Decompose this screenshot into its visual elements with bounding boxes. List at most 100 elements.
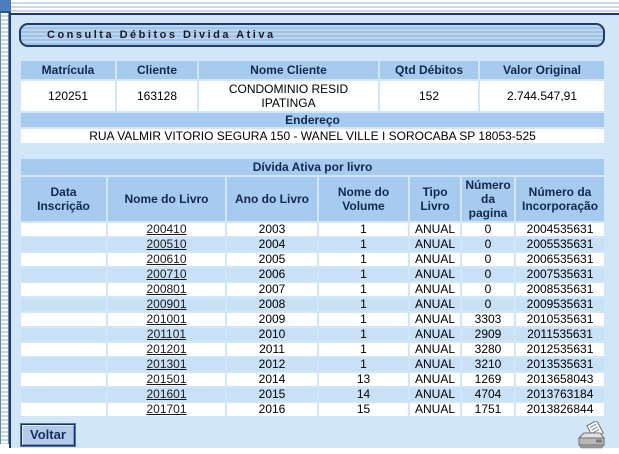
livro-cell-volume: 1 — [319, 268, 408, 281]
livro-cell-ano: 2007 — [227, 283, 317, 296]
livro-cell-pagina: 0 — [462, 253, 514, 266]
livro-cell-nome-livro: 200901 — [108, 298, 225, 311]
livro-table-row: 201501 2014 13 ANUAL 1269 2013658043 — [21, 373, 605, 386]
livro-cell-volume: 1 — [319, 328, 408, 341]
livro-cell-nome-livro: 200710 — [108, 268, 225, 281]
livro-table-row: 201601 2015 14 ANUAL 4704 2013763184 — [21, 388, 605, 401]
livro-link[interactable]: 201501 — [146, 373, 186, 386]
livro-link[interactable]: 201301 — [146, 358, 186, 371]
livro-cell-data-inscricao — [21, 313, 106, 326]
livro-link[interactable]: 200610 — [146, 253, 186, 266]
livro-cell-volume: 1 — [319, 313, 408, 326]
cell-qtd-debitos: 152 — [380, 81, 478, 111]
left-frame-strip — [0, 13, 9, 444]
voltar-button[interactable]: Voltar — [20, 423, 76, 447]
livro-cell-ano: 2016 — [227, 403, 317, 416]
livro-link[interactable]: 201601 — [146, 388, 186, 401]
livro-cell-tipo: ANUAL — [410, 268, 460, 281]
livro-cell-nome-livro: 201301 — [108, 358, 225, 371]
titlebar-corner-icon — [0, 0, 11, 13]
col-header-data-inscricao: Data Inscrição — [21, 177, 106, 221]
livro-cell-nome-livro: 200610 — [108, 253, 225, 266]
livro-cell-nome-livro: 201601 — [108, 388, 225, 401]
livro-cell-volume: 1 — [319, 358, 408, 371]
col-header-cliente: Cliente — [117, 61, 197, 79]
livro-link[interactable]: 201101 — [147, 328, 186, 341]
livro-cell-ano: 2010 — [227, 328, 317, 341]
livro-cell-ano: 2003 — [227, 223, 317, 236]
livro-cell-data-inscricao — [21, 283, 106, 296]
livro-table-row: 200710 2006 1 ANUAL 0 2007535631 — [21, 268, 605, 281]
livro-cell-tipo: ANUAL — [410, 343, 460, 356]
livro-cell-incorporacao: 2013826844 — [516, 403, 605, 416]
livro-cell-nome-livro: 201701 — [108, 403, 225, 416]
livro-cell-incorporacao: 2007535631 — [516, 268, 605, 281]
livro-table-row: 200801 2007 1 ANUAL 0 2008535631 — [21, 283, 605, 296]
livro-table-row: 201101 2010 1 ANUAL 2909 2011535631 — [21, 328, 605, 341]
livro-cell-data-inscricao — [21, 328, 106, 341]
col-header-nome-volume: Nome do Volume — [319, 177, 408, 221]
col-header-nome-cliente: Nome Cliente — [199, 61, 378, 79]
livro-cell-volume: 1 — [319, 253, 408, 266]
livro-link[interactable]: 201001 — [146, 313, 186, 326]
livro-cell-data-inscricao — [21, 268, 106, 281]
livro-cell-ano: 2005 — [227, 253, 317, 266]
livro-cell-incorporacao: 2008535631 — [516, 283, 605, 296]
livro-cell-tipo: ANUAL — [410, 298, 460, 311]
livro-cell-ano: 2015 — [227, 388, 317, 401]
livro-cell-tipo: ANUAL — [410, 223, 460, 236]
livro-cell-pagina: 4704 — [462, 388, 514, 401]
livro-cell-incorporacao: 2013658043 — [516, 373, 605, 386]
livro-cell-incorporacao: 2009535631 — [516, 298, 605, 311]
livro-cell-incorporacao: 2010535631 — [516, 313, 605, 326]
printer-icon[interactable] — [575, 419, 607, 449]
livro-cell-tipo: ANUAL — [410, 253, 460, 266]
livro-cell-nome-livro: 201501 — [108, 373, 225, 386]
livro-table-row: 201701 2016 15 ANUAL 1751 2013826844 — [21, 403, 605, 416]
livro-cell-tipo: ANUAL — [410, 238, 460, 251]
livro-link[interactable]: 201201 — [146, 343, 186, 356]
footer-bar: Voltar — [20, 419, 607, 449]
livro-link[interactable]: 200510 — [146, 238, 186, 251]
client-table-data-row: 120251 163128 CONDOMINIO RESID IPATINGA … — [21, 81, 604, 111]
livro-link[interactable]: 200901 — [146, 298, 186, 311]
livro-link[interactable]: 200801 — [146, 283, 186, 296]
livro-cell-pagina: 0 — [462, 268, 514, 281]
livro-cell-data-inscricao — [21, 238, 106, 251]
livro-cell-pagina: 0 — [462, 238, 514, 251]
livro-cell-data-inscricao — [21, 253, 106, 266]
livro-cell-volume: 14 — [319, 388, 408, 401]
livro-table-row: 201001 2009 1 ANUAL 3303 2010535631 — [21, 313, 605, 326]
livro-link[interactable]: 200410 — [146, 223, 186, 236]
livro-cell-tipo: ANUAL — [410, 373, 460, 386]
livro-cell-tipo: ANUAL — [410, 358, 460, 371]
col-header-valor-original: Valor Original — [480, 61, 604, 79]
livro-cell-pagina: 3280 — [462, 343, 514, 356]
endereco-value: RUA VALMIR VITORIO SEGURA 150 - WANEL VI… — [21, 129, 604, 143]
livro-table-row: 201201 2011 1 ANUAL 3280 2012535631 — [21, 343, 605, 356]
col-header-numero-incorporacao: Número da Incorporação — [516, 177, 605, 221]
livro-table-row: 201301 2012 1 ANUAL 3210 2013535631 — [21, 358, 605, 371]
livro-cell-pagina: 3303 — [462, 313, 514, 326]
livro-link[interactable]: 200710 — [146, 268, 186, 281]
livro-cell-tipo: ANUAL — [410, 328, 460, 341]
livro-cell-pagina: 2909 — [462, 328, 514, 341]
livro-table-row: 200901 2008 1 ANUAL 0 2009535631 — [21, 298, 605, 311]
livro-cell-incorporacao: 2013535631 — [516, 358, 605, 371]
livro-cell-volume: 1 — [319, 343, 408, 356]
livro-link[interactable]: 201701 — [146, 403, 186, 416]
livro-cell-data-inscricao — [21, 388, 106, 401]
livro-cell-pagina: 0 — [462, 283, 514, 296]
livro-cell-volume: 13 — [319, 373, 408, 386]
livro-cell-nome-livro: 200801 — [108, 283, 225, 296]
cell-nome-cliente: CONDOMINIO RESID IPATINGA — [199, 81, 378, 111]
livro-cell-volume: 1 — [319, 223, 408, 236]
livro-cell-pagina: 0 — [462, 298, 514, 311]
livro-cell-tipo: ANUAL — [410, 283, 460, 296]
livro-table-row: 200510 2004 1 ANUAL 0 2005535631 — [21, 238, 605, 251]
cell-matricula: 120251 — [21, 81, 115, 111]
livro-cell-ano: 2006 — [227, 268, 317, 281]
livro-cell-tipo: ANUAL — [410, 403, 460, 416]
livro-cell-incorporacao: 2005535631 — [516, 238, 605, 251]
livro-table-body: 200410 2003 1 ANUAL 0 2004535631 200510 2004 1 AN… — [21, 223, 605, 416]
